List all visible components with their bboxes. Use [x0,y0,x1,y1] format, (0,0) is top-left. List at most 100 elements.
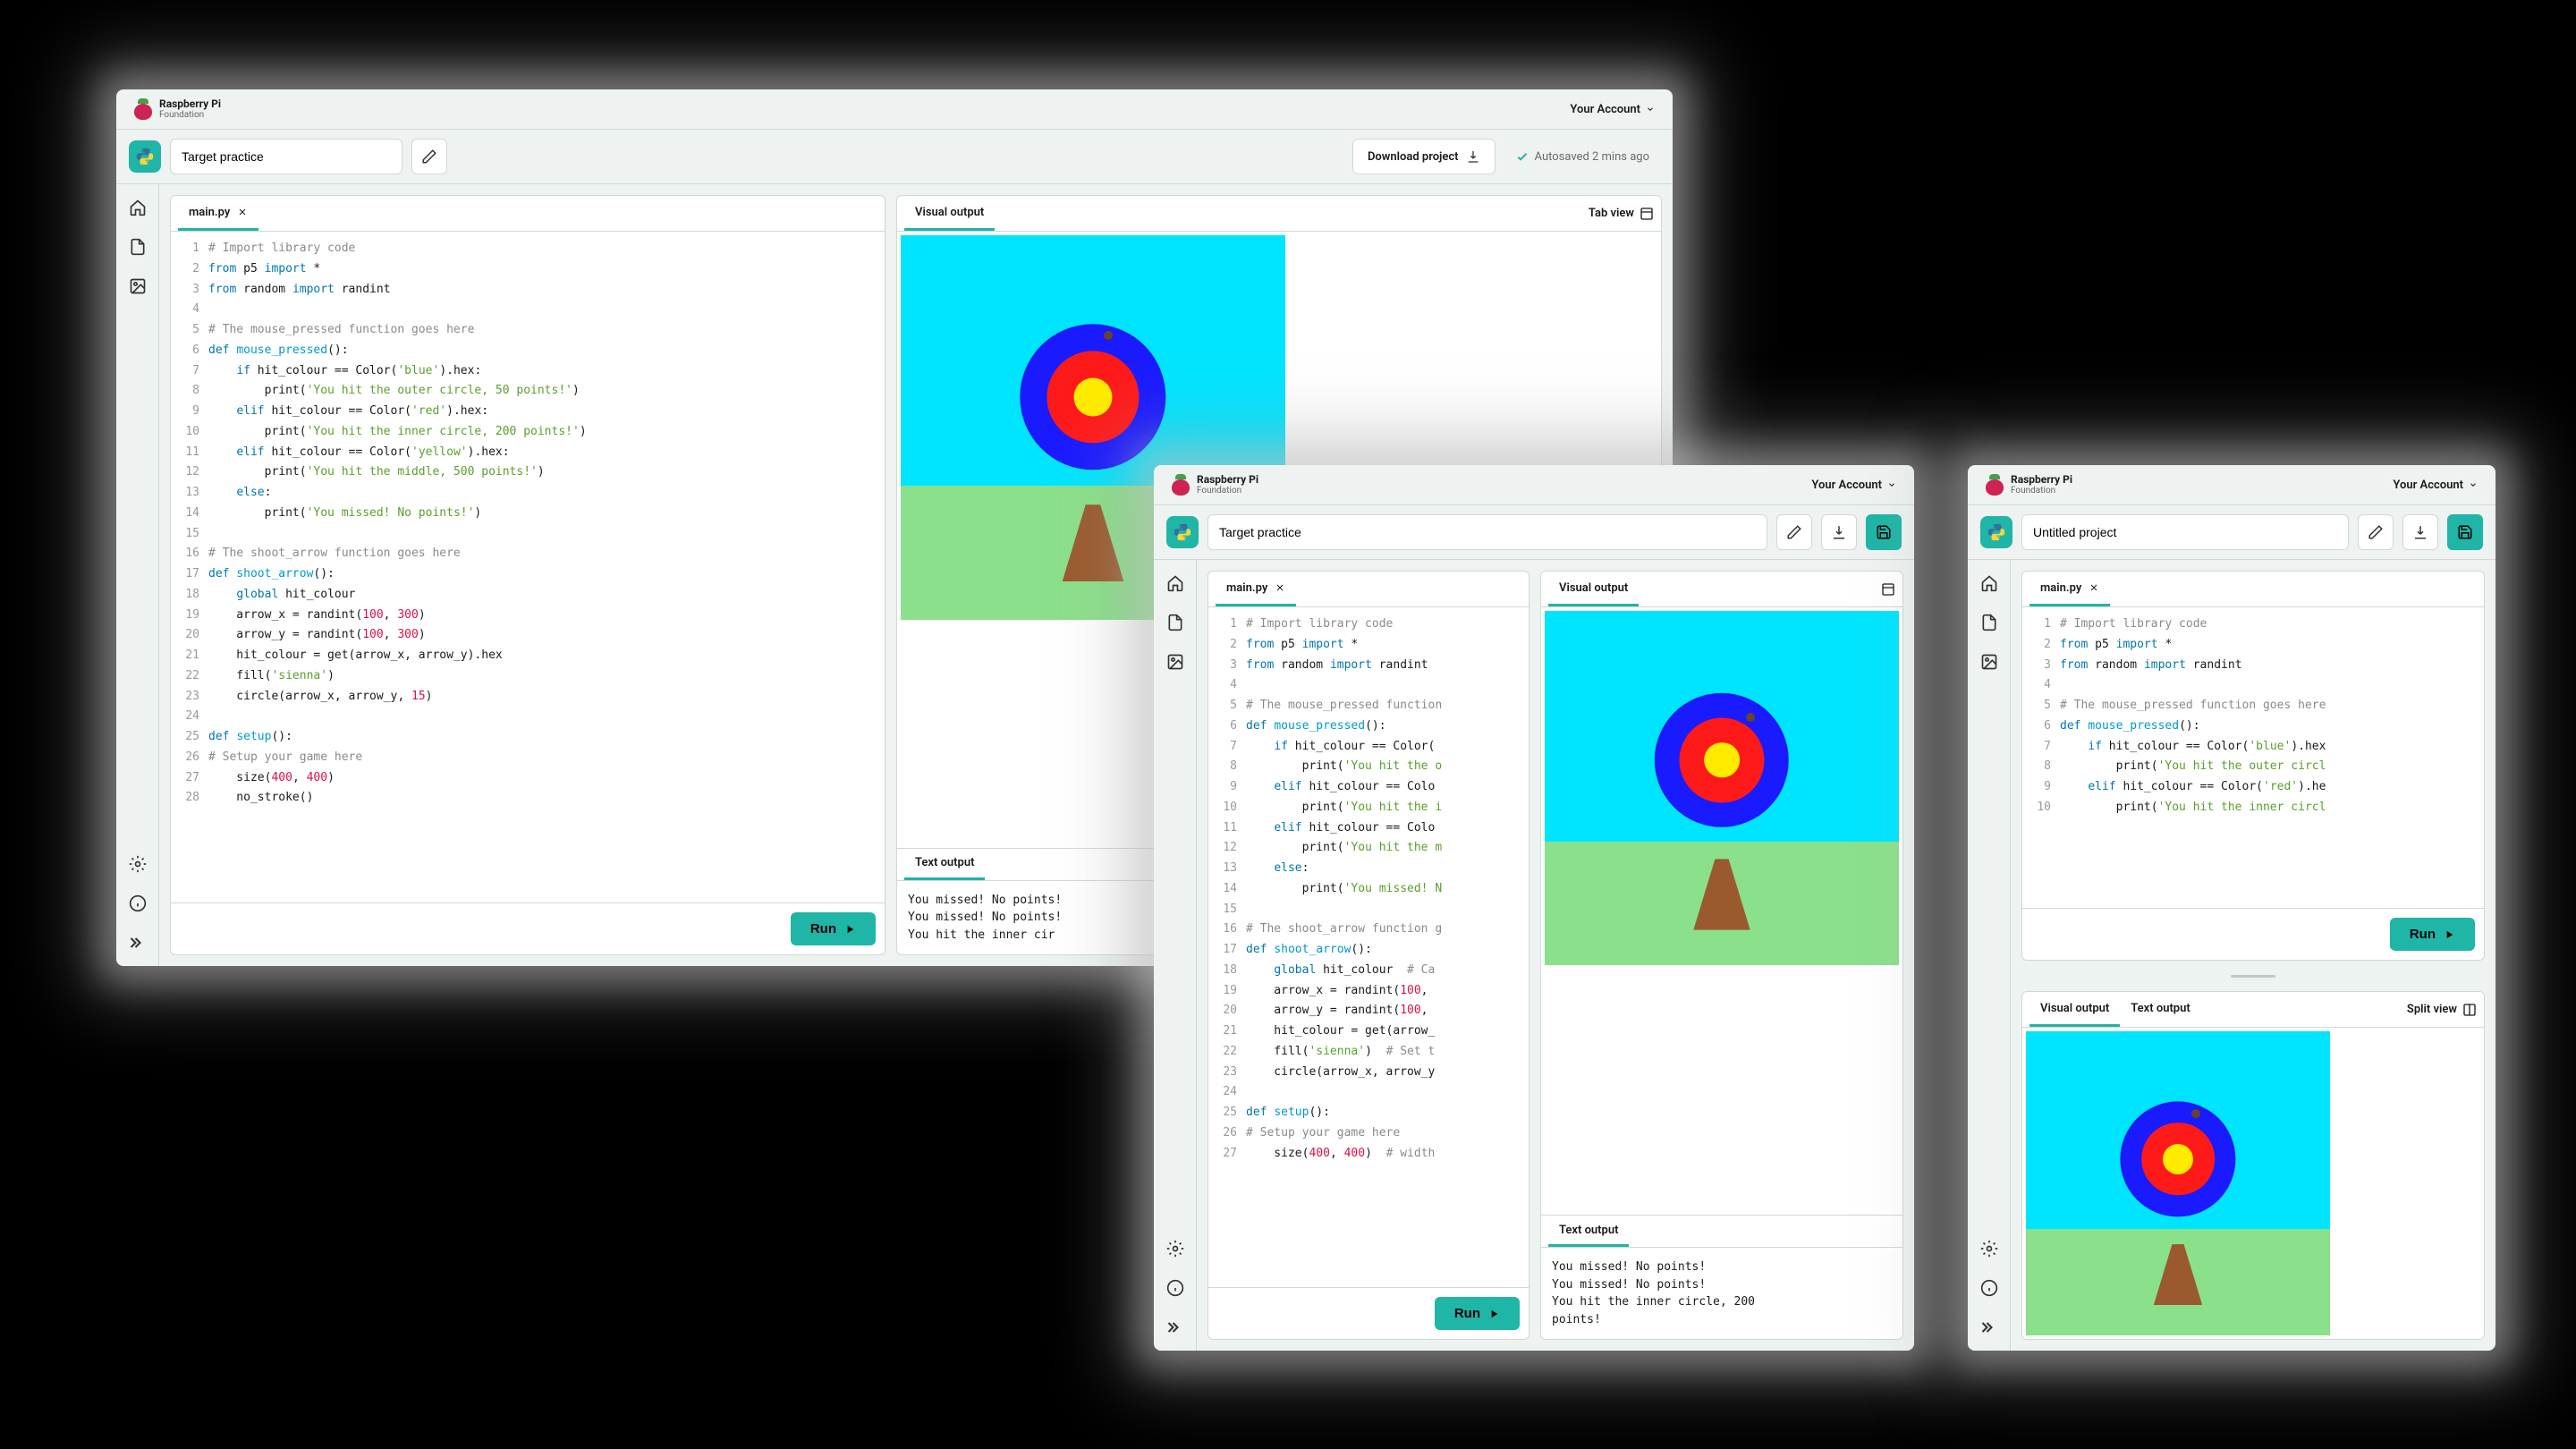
tab-main-py[interactable]: main.py [2029,572,2110,606]
output-tabs: Visual output Text output Split view [2022,992,2484,1028]
raspberry-pi-logo-icon [134,98,152,120]
home-icon[interactable] [129,199,147,216]
save-button[interactable] [1866,514,1902,550]
save-button[interactable] [2447,514,2483,550]
topbar: Raspberry Pi Foundation Your Account [1968,465,2496,505]
split-label: Split view [2407,1003,2457,1016]
account-menu[interactable]: Your Account [1811,479,1896,492]
project-name-field[interactable] [1208,514,1767,550]
expand-icon[interactable] [129,934,147,952]
code-editor[interactable]: 1# Import library code2from p5 import *3… [171,232,885,902]
run-button[interactable]: Run [791,912,876,945]
body: main.py 1# Import library code2from p5 i… [1968,560,2496,1351]
edit-name-button[interactable] [411,139,447,174]
split-view-toggle[interactable]: Split view [2407,1003,2477,1017]
tab-text-output[interactable]: Text output [2120,992,2200,1027]
editor-tabs: main.py [1208,572,1529,607]
text-output-section: Text output You missed! No points! You m… [1541,1215,1902,1339]
info-icon[interactable] [129,894,147,912]
home-icon[interactable] [1980,574,1998,592]
raspberry-pi-logo-icon [1172,474,1190,496]
settings-icon[interactable] [129,855,147,873]
tab-visual-output[interactable]: Visual output [1548,572,1639,606]
project-name-field[interactable] [2021,514,2349,550]
brand-line1: Raspberry Pi [159,98,221,110]
tab-label: main.py [2040,581,2081,595]
file-icon[interactable] [129,238,147,256]
run-button[interactable]: Run [1435,1297,1520,1330]
account-label: Your Account [2393,479,2463,492]
tab-text-output[interactable]: Text output [1548,1216,1629,1247]
play-icon [2443,928,2455,941]
resize-handle[interactable] [2021,971,2485,980]
download-button[interactable] [2402,514,2438,550]
raspberry-pi-logo-icon [1986,474,2004,496]
settings-icon[interactable] [1980,1240,1998,1258]
info-icon[interactable] [1980,1279,1998,1297]
chevron-down-icon [2469,480,2478,489]
editor-tabs: main.py [2022,572,2484,607]
expand-icon[interactable] [1166,1318,1184,1336]
topbar: Raspberry Pi Foundation Your Account [116,89,1673,130]
topbar: Raspberry Pi Foundation Your Account [1154,465,1914,505]
brand-text: Raspberry Pi Foundation [2011,474,2072,496]
download-button[interactable] [1821,514,1857,550]
tab-main-py[interactable]: main.py [178,196,258,231]
editor-window-small: Raspberry Pi Foundation Your Account [1968,465,2496,1351]
split-icon [2462,1003,2477,1017]
close-icon[interactable] [2089,582,2099,593]
brand-line2: Foundation [1197,486,1258,496]
image-icon[interactable] [1166,653,1184,671]
editor-panel: main.py 1# Import library code2from p5 i… [2021,571,2485,961]
tab-view-toggle[interactable]: Tab view [1589,207,1654,221]
settings-icon[interactable] [1166,1240,1184,1258]
project-name-input[interactable] [1219,525,1756,539]
edit-name-button[interactable] [2358,514,2394,550]
sidebar [116,184,159,966]
play-icon [1487,1308,1500,1320]
textout-tabs: Text output [1541,1216,1902,1248]
code-editor[interactable]: 1# Import library code2from p5 import *3… [1208,607,1529,1287]
run-wrap: Run [1208,1287,1529,1339]
home-icon[interactable] [1166,574,1184,592]
target-canvas [1545,611,1899,965]
tab-visual-output[interactable]: Visual output [2029,992,2120,1027]
brand-text: Raspberry Pi Foundation [1197,474,1258,496]
editor-panel: main.py 1# Import library code2from p5 i… [1208,571,1530,1340]
tab-visual-output[interactable]: Visual output [904,196,995,231]
text-output-body: You missed! No points! You missed! No po… [1541,1248,1902,1339]
tab-label: Visual output [2040,1002,2109,1015]
close-icon[interactable] [237,207,248,217]
account-menu[interactable]: Your Account [1570,103,1655,116]
project-name-input[interactable] [2033,525,2337,539]
file-icon[interactable] [1980,614,1998,631]
info-icon[interactable] [1166,1279,1184,1297]
download-project-button[interactable]: Download project [1352,139,1496,174]
account-menu[interactable]: Your Account [2393,479,2478,492]
tab-main-py[interactable]: main.py [1216,572,1296,606]
project-name-field[interactable] [170,139,402,174]
sidebar [1968,560,2011,1351]
tab-label: Text output [1559,1224,1618,1237]
image-icon[interactable] [1980,653,1998,671]
ring-yellow [1074,377,1113,416]
image-icon[interactable] [129,277,147,295]
code-editor[interactable]: 1# Import library code2from p5 import *3… [2022,607,2484,908]
editor-tabs: main.py [171,196,885,232]
chevron-down-icon [1646,105,1655,114]
expand-icon[interactable] [1980,1318,1998,1336]
close-icon[interactable] [1275,582,1285,593]
edit-name-button[interactable] [1776,514,1812,550]
editor-window-medium: Raspberry Pi Foundation Your Account [1154,465,1914,1351]
run-button[interactable]: Run [2390,918,2475,951]
layout-toggle[interactable] [1881,582,1895,597]
download-label: Download project [1368,150,1459,164]
brand: Raspberry Pi Foundation [134,98,221,120]
tab-text-output[interactable]: Text output [904,849,985,880]
output-panel: Visual output [1540,571,1903,1340]
project-name-input[interactable] [182,149,391,164]
toolbar [1154,505,1914,560]
file-icon[interactable] [1166,614,1184,631]
target-canvas [2026,1031,2330,1335]
run-label: Run [2410,927,2436,942]
